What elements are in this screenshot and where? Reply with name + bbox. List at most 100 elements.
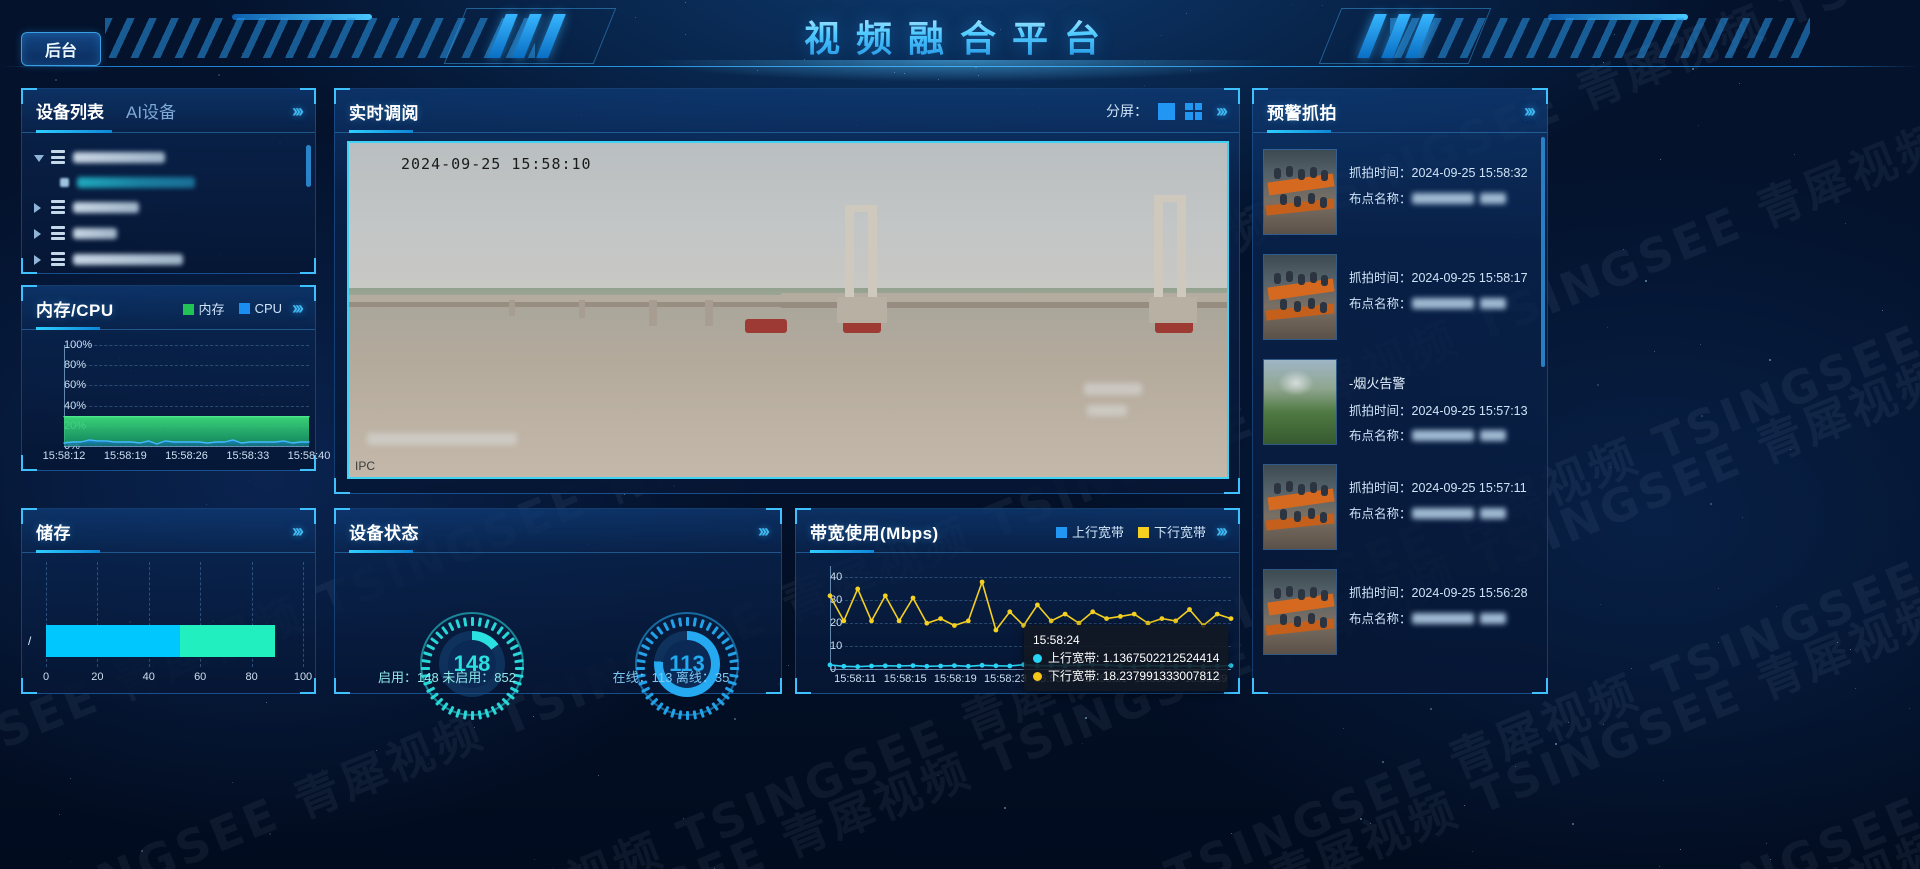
tooltip-row-uplink: 上行宽带: 1.1367502212524414 bbox=[1033, 649, 1219, 667]
video-player[interactable]: 2024-09-25 15:58:10 IPC bbox=[347, 141, 1229, 479]
device-tree[interactable] bbox=[22, 134, 315, 273]
bridge-pylon-cap-1 bbox=[845, 205, 877, 212]
memory-cpu-panel: 内存/CPU 内存 CPU ››› 0%20%40%60%80%100%15:5… bbox=[21, 285, 316, 471]
tooltip-dot-uplink bbox=[1033, 654, 1042, 663]
alert-place-redacted bbox=[1412, 193, 1474, 204]
alert-place-redacted-2 bbox=[1480, 508, 1506, 519]
gauge-online: 113 bbox=[635, 612, 739, 716]
live-view-panel: 实时调阅 分屏： ››› 2024-09-25 15:58:10 IPC bbox=[334, 88, 1240, 494]
bridge-pylon-1 bbox=[845, 205, 854, 297]
gauge-enabled: 148 bbox=[420, 612, 524, 716]
alert-time-row: 抓拍时间：2024-09-25 15:57:13 bbox=[1349, 399, 1537, 425]
alert-capture-header: 预警抓拍 ››› bbox=[1253, 89, 1547, 133]
storage-header: 储存 ››› bbox=[22, 509, 315, 553]
tab-ai-device[interactable]: AI设备 bbox=[126, 98, 176, 125]
alert-thumbnail[interactable] bbox=[1263, 359, 1337, 445]
x-axis-tick: 20 bbox=[91, 667, 103, 683]
device-list-panel: 设备列表 AI设备 ››› bbox=[21, 88, 316, 274]
chevron-right-icon[interactable] bbox=[34, 203, 43, 212]
storage-more-icon[interactable]: ››› bbox=[292, 521, 301, 542]
bandwidth-more-icon[interactable]: ››› bbox=[1216, 521, 1225, 542]
legend-item-downlink: 下行宽带 bbox=[1138, 522, 1206, 541]
bridge-approach-deck bbox=[349, 295, 781, 302]
device-tree-node[interactable] bbox=[34, 170, 303, 194]
x-axis-tick: 60 bbox=[194, 667, 206, 683]
tooltip-label-downlink: 下行宽带 bbox=[1048, 669, 1096, 683]
alert-place-row: 布点名称： bbox=[1349, 424, 1537, 450]
chevron-down-icon[interactable] bbox=[34, 153, 43, 162]
legend-label-uplink: 上行宽带 bbox=[1072, 525, 1124, 540]
backstage-button[interactable]: 后台 bbox=[21, 32, 101, 66]
bridge-pylon-3 bbox=[1154, 195, 1163, 297]
storage-panel: 储存 ››› 0 20 40 60 80 100 / bbox=[21, 508, 316, 694]
split-quad-icon[interactable] bbox=[1185, 103, 1202, 120]
storage-title: 储存 bbox=[36, 519, 71, 544]
chevron-right-icon[interactable] bbox=[34, 255, 43, 264]
device-tree-node[interactable] bbox=[34, 144, 303, 170]
bridge-red-base-1 bbox=[745, 319, 787, 333]
alert-time-value: 2024-09-25 15:57:13 bbox=[1412, 404, 1528, 418]
alert-place-row: 布点名称： bbox=[1349, 502, 1537, 528]
alert-time-row: 抓拍时间：2024-09-25 15:57:11 bbox=[1349, 476, 1537, 502]
video-redacted-text-3 bbox=[1087, 405, 1127, 416]
gauge-footer-online: 在线：113 离线：35 bbox=[559, 667, 783, 686]
device-list-more-icon[interactable]: ››› bbox=[292, 101, 301, 122]
alert-info: 抓拍时间：2024-09-25 15:58:17 布点名称： bbox=[1349, 254, 1537, 317]
alert-item[interactable]: 抓拍时间：2024-09-25 15:56:28 布点名称： bbox=[1263, 560, 1537, 665]
device-tree-node[interactable] bbox=[34, 246, 303, 272]
tab-device-list[interactable]: 设备列表 bbox=[36, 98, 104, 125]
page-title: 视频融合平台 bbox=[0, 10, 1920, 62]
storage-bar-free bbox=[180, 625, 275, 657]
memory-cpu-chart: 0%20%40%60%80%100%15:58:1215:58:1915:58:… bbox=[22, 331, 315, 470]
device-status-more-icon[interactable]: ››› bbox=[758, 521, 767, 542]
bridge-pier-2 bbox=[705, 300, 713, 326]
alert-place-redacted bbox=[1412, 613, 1474, 624]
alert-time-value: 2024-09-25 15:57:11 bbox=[1412, 481, 1527, 495]
legend-label-downlink: 下行宽带 bbox=[1154, 525, 1206, 540]
app-header: 视频融合平台 bbox=[0, 0, 1920, 86]
alert-place-redacted-2 bbox=[1480, 298, 1506, 309]
video-channel-label: IPC bbox=[355, 459, 375, 473]
x-axis-tick: 100 bbox=[294, 667, 312, 683]
live-view-more-icon[interactable]: ››› bbox=[1216, 101, 1225, 122]
legend-item-cpu: CPU bbox=[239, 301, 282, 316]
memory-cpu-more-icon[interactable]: ››› bbox=[292, 298, 301, 319]
alert-thumbnail[interactable] bbox=[1263, 254, 1337, 340]
device-tree-node[interactable] bbox=[34, 194, 303, 220]
device-list-scrollbar[interactable] bbox=[306, 145, 311, 187]
gauge-value: 148 bbox=[420, 612, 524, 716]
chevron-right-icon[interactable] bbox=[34, 229, 43, 238]
split-screen-label: 分屏： bbox=[1106, 101, 1148, 121]
bandwidth-header: 带宽使用(Mbps) 上行宽带 下行宽带 ››› bbox=[796, 509, 1239, 553]
alert-capture-list[interactable]: 抓拍时间：2024-09-25 15:58:32 布点名称： 抓拍时间：2024… bbox=[1253, 134, 1547, 693]
alert-place-label: 布点名称： bbox=[1349, 429, 1412, 443]
alert-thumbnail[interactable] bbox=[1263, 149, 1337, 235]
split-single-icon[interactable] bbox=[1158, 103, 1175, 120]
alert-capture-more-icon[interactable]: ››› bbox=[1524, 101, 1533, 122]
device-list-header: 设备列表 AI设备 ››› bbox=[22, 89, 315, 133]
alert-item[interactable]: 抓拍时间：2024-09-25 15:58:17 布点名称： bbox=[1263, 245, 1537, 350]
device-tree-node[interactable] bbox=[34, 220, 303, 246]
corner-br-icon bbox=[1224, 478, 1240, 494]
alert-capture-scrollbar[interactable] bbox=[1541, 137, 1545, 367]
storage-bar-used bbox=[46, 625, 180, 657]
x-axis-tick: 80 bbox=[245, 667, 257, 683]
legend-label-memory: 内存 bbox=[199, 302, 225, 317]
bridge-pier-block-2 bbox=[1149, 297, 1197, 323]
tooltip-value-uplink: 1.1367502212524414 bbox=[1103, 651, 1220, 665]
alert-item[interactable]: 抓拍时间：2024-09-25 15:57:11 布点名称： bbox=[1263, 455, 1537, 560]
alert-time-value: 2024-09-25 15:56:28 bbox=[1412, 586, 1528, 600]
device-status-gauges: 148 113 启用：148 未启用：852 在线：113 离线：35 bbox=[335, 554, 781, 693]
alert-place-redacted-2 bbox=[1480, 613, 1506, 624]
alert-place-redacted-2 bbox=[1480, 193, 1506, 204]
alert-thumbnail[interactable] bbox=[1263, 569, 1337, 655]
alert-thumbnail[interactable] bbox=[1263, 464, 1337, 550]
device-name-redacted bbox=[73, 254, 183, 265]
server-icon bbox=[51, 226, 65, 240]
alert-item[interactable]: -烟火告警 抓拍时间：2024-09-25 15:57:13 布点名称： bbox=[1263, 350, 1537, 455]
live-view-title: 实时调阅 bbox=[349, 99, 419, 124]
tooltip-time: 15:58:24 bbox=[1033, 631, 1219, 649]
alert-item[interactable]: 抓拍时间：2024-09-25 15:58:32 布点名称： bbox=[1263, 140, 1537, 245]
bridge-pylon-2 bbox=[868, 205, 877, 297]
thumbnail-smoke bbox=[1278, 370, 1314, 396]
